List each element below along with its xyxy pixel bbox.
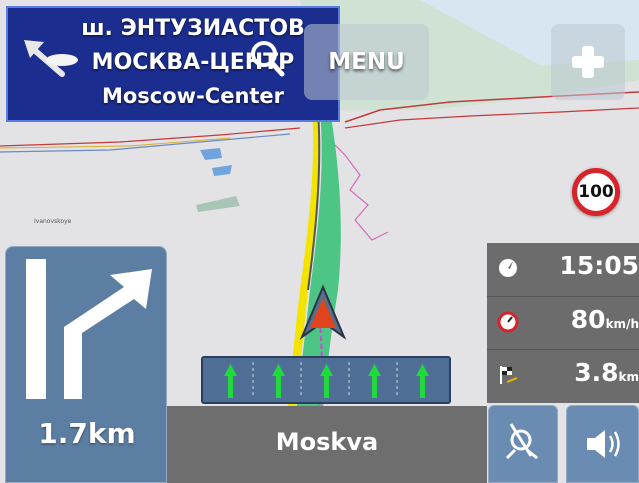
remaining-value: 3.8 bbox=[574, 358, 619, 387]
remaining-distance-row: 3.8km bbox=[487, 349, 639, 401]
speed-limit-sign: 100 bbox=[572, 168, 620, 216]
clock-icon bbox=[499, 259, 517, 277]
lane-3-up-arrow-icon bbox=[320, 364, 333, 398]
satellite-icon bbox=[505, 423, 538, 460]
speed-unit: km/h bbox=[605, 317, 639, 331]
magnifier-icon[interactable] bbox=[240, 30, 300, 92]
menu-button[interactable]: MENU bbox=[304, 24, 429, 100]
zoom-in-button[interactable] bbox=[551, 24, 625, 100]
trip-info-panel[interactable]: 15:05 80km/h 3.8km bbox=[487, 243, 639, 403]
speed-value: 80 bbox=[570, 305, 606, 334]
lane-5-up-arrow-icon bbox=[416, 364, 429, 398]
next-maneuver-panel[interactable]: 1.7km bbox=[5, 246, 167, 483]
remaining-unit: km bbox=[618, 370, 639, 384]
navigation-screen: ш. ЭНТУЗИАСТОВ МОСКВА-ЦЕНТР Moscow-Cente… bbox=[0, 0, 639, 483]
current-street-name: Moskva bbox=[275, 428, 379, 456]
speaker-icon bbox=[587, 430, 620, 458]
arrival-time-row: 15:05 bbox=[487, 243, 639, 295]
checkered-flag-icon bbox=[500, 366, 518, 384]
lane-4-up-arrow-icon bbox=[368, 364, 381, 398]
lane-1-up-arrow-icon bbox=[224, 364, 237, 398]
poi-label: Ivanovskoye bbox=[34, 218, 72, 225]
current-speed: 80km/h bbox=[571, 305, 639, 334]
speed-row: 80km/h bbox=[487, 296, 639, 348]
keep-right-arrow-icon bbox=[26, 259, 152, 399]
current-street-bar: Moskva bbox=[167, 406, 487, 483]
lane-2-up-arrow-icon bbox=[272, 364, 285, 398]
gps-button[interactable] bbox=[488, 405, 558, 483]
arrival-time: 15:05 bbox=[559, 251, 639, 280]
speedometer-icon bbox=[497, 311, 519, 333]
sound-button[interactable] bbox=[566, 405, 639, 483]
top-bar: ш. ЭНТУЗИАСТОВ МОСКВА-ЦЕНТР Moscow-Cente… bbox=[0, 0, 639, 122]
plus-icon bbox=[572, 46, 604, 78]
distance-to-maneuver: 1.7km bbox=[38, 417, 136, 450]
remaining-distance: 3.8km bbox=[574, 358, 639, 387]
arrow-up-left-icon[interactable] bbox=[18, 30, 78, 90]
lane-guidance bbox=[201, 356, 451, 404]
